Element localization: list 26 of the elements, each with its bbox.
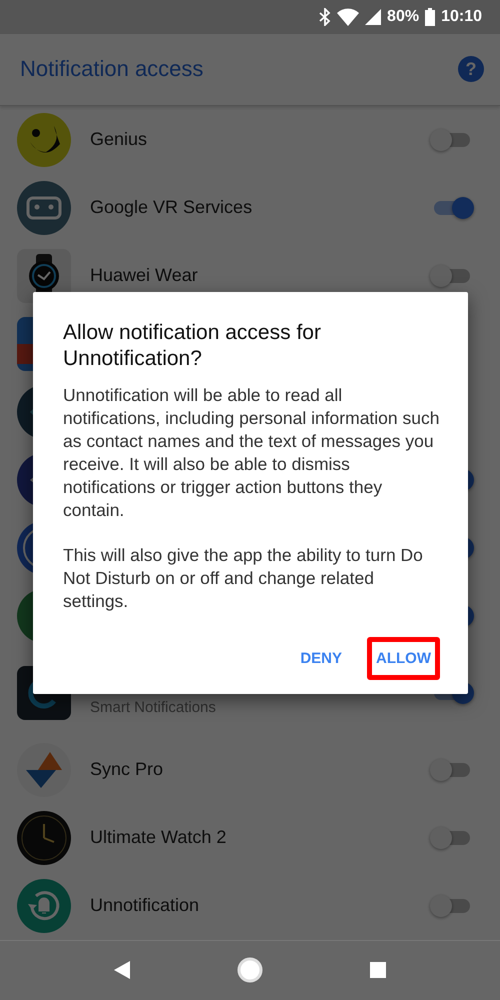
app-name: Ultimate Watch 2 <box>90 827 228 848</box>
dialog-title: Allow notification access for Unnotification? <box>63 320 322 372</box>
overview-icon[interactable] <box>370 962 386 978</box>
watch-face-icon <box>16 810 72 866</box>
clock: 10:10 <box>441 8 482 26</box>
dialog-message: This will also give the app the ability to turn Do Not Disturb on or off and change related settings. <box>63 544 424 613</box>
dialog-button[interactable]: ALLOW <box>367 636 440 680</box>
bell-icon <box>16 878 72 934</box>
wifi-icon <box>337 8 360 26</box>
battery-icon <box>425 8 436 26</box>
home-icon[interactable] <box>236 957 263 984</box>
app-name: Genius <box>90 129 148 150</box>
crescent-icon <box>16 112 72 168</box>
app-name: Google VR Services <box>90 197 254 218</box>
battery-percent: 80% <box>387 8 420 26</box>
dialog-button[interactable]: DENY <box>291 636 352 680</box>
app-name: Unnotification <box>90 895 200 916</box>
app-name: Sync Pro <box>90 759 164 780</box>
dialog-message: Unnotification will be able to read all notifications, including personal information such as contact names and the text of messages you receive. It will also be able to dismiss notifications or trigger action buttons they contain. <box>63 384 440 522</box>
signal-icon <box>365 8 382 25</box>
screen-title: Notification access <box>20 56 204 82</box>
help-icon[interactable]: ? <box>458 56 484 82</box>
bluetooth-icon <box>319 8 332 26</box>
headset-icon <box>16 180 72 236</box>
back-icon[interactable] <box>114 961 130 980</box>
app-name: Huawei Wear <box>90 265 199 286</box>
